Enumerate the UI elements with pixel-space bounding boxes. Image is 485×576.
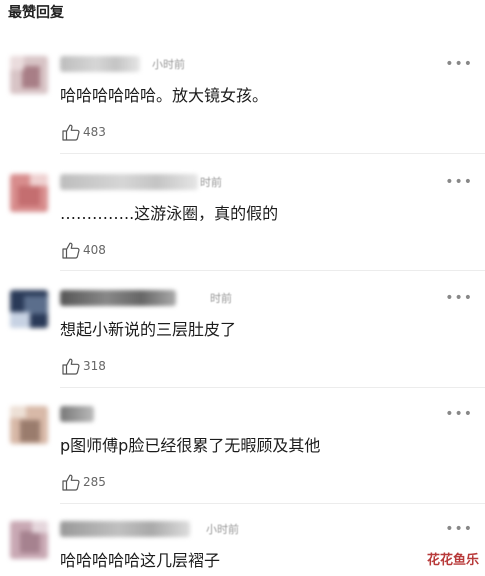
divider [60, 153, 485, 154]
more-icon[interactable]: ••• [445, 521, 473, 537]
avatar[interactable] [10, 406, 48, 444]
comment-text: …………..这游泳圈，真的假的 [60, 204, 279, 223]
like-count: 285 [83, 475, 106, 489]
comment-item: 时前 ••• …………..这游泳圈，真的假的 408 [0, 174, 485, 292]
comment-timestamp: 时前 [200, 176, 222, 189]
username[interactable] [60, 174, 198, 190]
thumb-up-icon [62, 124, 80, 141]
username[interactable] [60, 56, 140, 72]
more-icon[interactable]: ••• [445, 174, 473, 190]
like-button[interactable]: 285 [62, 472, 106, 492]
username[interactable] [60, 290, 176, 306]
comment-text: 哈哈哈哈哈这几层褶子 [60, 551, 221, 570]
username[interactable] [60, 406, 94, 422]
more-icon[interactable]: ••• [445, 56, 473, 72]
comment-item: 小时前 ••• 哈哈哈哈哈哈。放大镜女孩。 483 [0, 56, 485, 174]
comment-item: 时前 ••• 想起小新说的三层肚皮了 318 [0, 290, 485, 408]
like-button[interactable]: 318 [62, 356, 106, 376]
avatar[interactable] [10, 56, 48, 94]
more-icon[interactable]: ••• [445, 406, 473, 422]
divider [60, 270, 485, 271]
more-icon[interactable]: ••• [445, 290, 473, 306]
like-count: 408 [83, 243, 106, 257]
avatar[interactable] [10, 521, 48, 559]
comment-timestamp: 小时前 [152, 58, 185, 71]
comment-timestamp: 时前 [210, 292, 232, 305]
like-button[interactable]: 483 [62, 122, 106, 142]
like-count: 483 [83, 125, 106, 139]
like-button[interactable]: 408 [62, 240, 106, 260]
divider [60, 503, 485, 504]
comment-item: 小时前 ••• 哈哈哈哈哈这几层褶子 [0, 521, 485, 576]
comment-timestamp: 小时前 [206, 523, 239, 536]
comment-text: 想起小新说的三层肚皮了 [60, 320, 237, 339]
thumb-up-icon [62, 358, 80, 375]
comment-text: 哈哈哈哈哈哈。放大镜女孩。 [60, 86, 269, 105]
watermark: 花花鱼乐 [426, 553, 479, 568]
thumb-up-icon [62, 242, 80, 259]
avatar[interactable] [10, 174, 48, 212]
username[interactable] [60, 521, 190, 537]
like-count: 318 [83, 359, 106, 373]
thumb-up-icon [62, 474, 80, 491]
comment-text: p图师傅p脸已经很累了无暇顾及其他 [60, 436, 321, 455]
divider [60, 387, 485, 388]
comment-item: ••• p图师傅p脸已经很累了无暇顾及其他 285 [0, 406, 485, 524]
avatar[interactable] [10, 290, 48, 328]
section-title: 最赞回复 [8, 5, 64, 21]
